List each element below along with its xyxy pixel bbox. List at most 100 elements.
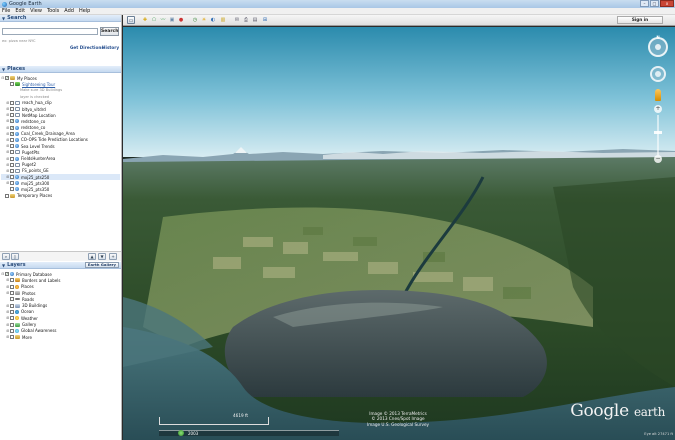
sign-in-button[interactable]: Sign in [617,16,663,24]
placemark-icon[interactable]: ✚ [141,16,149,24]
tree-item-label: redstone_co [21,125,46,131]
eye-altitude-readout: Eye alt 27471 ft [644,432,673,436]
globe-icon [10,272,14,277]
zoom-out-button[interactable]: − [654,155,662,163]
visibility-checkbox[interactable] [10,181,14,186]
historical-imagery-icon[interactable]: ◷ [191,16,199,24]
menu-tools[interactable]: Tools [47,8,59,14]
search-header[interactable]: ▼ Search [0,15,121,22]
visibility-checkbox[interactable] [10,100,14,105]
print-icon[interactable]: ⎙ [242,16,250,24]
maximize-button[interactable]: □ [650,0,659,7]
layers-header[interactable]: ▼ Layers Earth Gallery [0,262,121,269]
visibility-checkbox[interactable] [10,162,14,167]
street-view-pegman-icon[interactable] [655,89,661,101]
tree-item-label: layer is checked [20,94,50,99]
time-indicator-icon[interactable] [178,430,184,436]
earth-3d-view[interactable]: N + − 4619 ft 2003 Image © 2013 TerraMet… [123,27,675,440]
tour-icon [15,82,20,87]
visibility-checkbox[interactable] [10,150,14,155]
sun-icon[interactable]: ☀ [200,16,208,24]
menu-add[interactable]: Add [64,8,74,14]
visibility-checkbox[interactable] [10,187,14,192]
look-joystick[interactable]: N [648,35,668,57]
tree-item-label: PugetPts [22,149,40,155]
polygon-icon[interactable]: ⬠ [150,16,158,24]
get-directions-link[interactable]: Get Directions [70,45,104,50]
zoom-in-button[interactable]: + [654,105,662,113]
time-slider[interactable] [159,430,339,436]
visibility-checkbox[interactable] [10,156,14,161]
globe-icon [15,187,19,192]
visibility-checkbox[interactable] [10,175,14,180]
doc-icon [15,100,20,105]
search-button[interactable]: Search [100,27,119,36]
visibility-checkbox[interactable] [10,303,14,308]
menu-bar: File Edit View Tools Add Help [0,8,675,15]
visibility-checkbox[interactable] [10,291,14,296]
tree-item-label: Roads [22,296,35,302]
record-tour-icon[interactable]: ● [177,16,185,24]
tree-item-label: My Places [17,75,37,81]
visibility-checkbox[interactable] [10,82,14,87]
visibility-checkbox[interactable] [10,328,14,333]
visibility-checkbox[interactable]: ✓ [10,119,14,124]
add-folder-icon[interactable]: + [109,253,117,260]
visibility-checkbox[interactable] [10,168,14,173]
visibility-checkbox[interactable] [10,137,14,142]
move-up-icon[interactable]: ▲ [88,253,96,260]
globe-icon [15,119,19,124]
planets-icon[interactable]: ◐ [209,16,217,24]
menu-file[interactable]: File [2,8,10,14]
tree-item[interactable]: ⊞ More [1,334,120,340]
visibility-checkbox[interactable]: ✓ [10,131,14,136]
tree-item-label: FieldsHunterArea [21,156,56,162]
move-joystick[interactable] [650,66,666,82]
visibility-checkbox[interactable] [10,278,14,283]
places-header[interactable]: ▼ Places [0,66,121,73]
menu-edit[interactable]: Edit [15,8,25,14]
tree-item-label: Primary Database [16,271,52,277]
visibility-checkbox[interactable] [10,309,14,314]
visibility-checkbox[interactable] [10,297,14,302]
tree-item-label: FS_points_GE [22,168,49,174]
image-overlay-icon[interactable]: ▣ [168,16,176,24]
logo-earth: earth [633,405,665,419]
path-icon[interactable]: 〰 [159,16,167,24]
move-center-icon [655,71,661,77]
earth-gallery-button[interactable]: Earth Gallery [84,262,119,268]
visibility-checkbox[interactable] [10,284,14,289]
zoom-slider-track[interactable] [657,115,659,155]
sidebar-toggle-icon[interactable]: ▭ [127,16,135,24]
zoom-slider-thumb[interactable] [654,131,662,134]
visibility-checkbox[interactable] [10,107,14,112]
visibility-checkbox[interactable] [10,113,14,118]
doc-icon [15,113,20,118]
move-down-icon[interactable]: ▼ [98,253,106,260]
menu-help[interactable]: Help [79,8,90,14]
email-icon[interactable]: ✉ [233,16,241,24]
tree-item[interactable]: Temporary Places [1,193,120,199]
visibility-checkbox[interactable] [10,316,14,321]
tree-item-label: Coal_Creek_Drainage_Area [21,131,75,137]
menu-view[interactable]: View [30,8,42,14]
history-link[interactable]: History [102,45,119,50]
tree-item-label: mxj25_pts250 [21,174,50,180]
north-indicator[interactable]: N [650,35,666,40]
tree-item-label: Places [21,284,34,290]
visibility-checkbox[interactable] [10,144,14,149]
split-view-icon[interactable]: ▯ [11,253,19,260]
search-places-icon[interactable]: ⌕ [2,253,10,260]
visibility-checkbox[interactable]: ✓ [10,125,14,130]
minimize-button[interactable]: – [640,0,649,7]
visibility-checkbox[interactable]: ✓ [5,76,9,81]
visibility-checkbox[interactable] [10,322,14,327]
visibility-checkbox[interactable]: ✓ [5,272,9,277]
visibility-checkbox[interactable] [5,193,9,198]
close-button[interactable]: x [660,0,674,7]
visibility-checkbox[interactable] [10,335,14,340]
search-input[interactable] [2,28,98,35]
ruler-icon[interactable]: ▥ [219,16,227,24]
save-image-icon[interactable]: ▤ [251,16,259,24]
maps-icon[interactable]: ⊞ [261,16,269,24]
